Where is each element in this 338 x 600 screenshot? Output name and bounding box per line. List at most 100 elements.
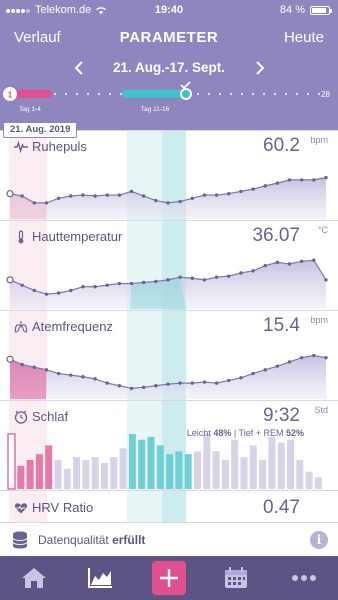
header-bar: Telekom.de 19:40 84 % Verlauf PARAMETER …	[0, 0, 338, 130]
thermometer-icon	[18, 229, 24, 243]
data-point	[20, 194, 24, 198]
data-point	[32, 201, 37, 205]
data-point	[20, 362, 24, 367]
metric-ruhepuls[interactable]: Ruhepuls 60.2 bpm	[0, 130, 338, 220]
sleep-bar	[45, 445, 53, 489]
data-quality-text: Datenqualität erfüllt	[38, 533, 145, 547]
data-point	[251, 187, 255, 191]
metric-label: HRV Ratio	[14, 500, 93, 515]
ruhepuls-value: 60.2	[263, 135, 300, 156]
data-point	[117, 384, 122, 388]
data-point	[190, 276, 195, 280]
hauttemperatur-unit: °C	[317, 225, 328, 235]
data-quality-row[interactable]: Datenqualität erfüllt i	[0, 522, 338, 556]
sleep-sub-separator: |	[233, 428, 237, 438]
checkmark-icon	[180, 81, 191, 90]
sleep-phase-summary: Leicht 48% | Tief + REM 52%	[187, 428, 304, 438]
metric-atemfrequenz[interactable]: Atemfrequenz 15.4 bpm	[0, 310, 338, 400]
data-point	[202, 193, 207, 197]
timeline-dot	[97, 92, 101, 96]
tab-calendar[interactable]	[208, 556, 264, 600]
sleep-icon	[14, 410, 28, 424]
sleep-bar	[203, 433, 211, 489]
data-point	[69, 373, 73, 377]
data-point	[105, 283, 109, 287]
timeline-start-day: 1	[8, 91, 13, 100]
hrv-label: HRV Ratio	[32, 500, 94, 515]
info-icon[interactable]: i	[310, 531, 328, 549]
sleep-bar	[268, 436, 276, 489]
battery-percent: 84 %	[279, 4, 305, 16]
hauttemperatur-value: 36.07	[252, 225, 300, 246]
data-point	[299, 355, 304, 360]
data-point	[239, 376, 243, 380]
data-point	[81, 285, 85, 289]
data-point	[93, 285, 97, 289]
timeline-dot	[53, 92, 57, 96]
chart-icon	[88, 568, 112, 588]
sleep-bar	[119, 448, 127, 489]
phase-bar-pink	[14, 90, 52, 98]
data-point	[299, 178, 304, 182]
metric-label: Schlaf	[14, 409, 68, 424]
timeline-dot	[306, 92, 310, 96]
sleep-bar	[194, 451, 201, 489]
today-button[interactable]: Heute	[284, 29, 324, 46]
data-point	[166, 201, 170, 205]
sleep-bar	[240, 457, 248, 489]
more-icon	[292, 575, 316, 581]
tab-add[interactable]	[141, 556, 197, 600]
tab-chart[interactable]	[72, 556, 128, 600]
data-point	[190, 381, 195, 385]
data-point	[312, 258, 316, 262]
selected-point	[6, 276, 14, 284]
data-point	[44, 292, 49, 296]
data-point	[56, 196, 61, 200]
sleep-bar	[259, 460, 267, 489]
data-point	[154, 198, 158, 203]
metric-hrv[interactable]: HRV Ratio 0.47	[0, 490, 338, 522]
date-range-row: 21. Aug.-17. Sept.	[0, 57, 338, 79]
sleep-bar	[184, 454, 192, 489]
ruhepuls-unit: bpm	[310, 135, 328, 145]
sleep-bar	[287, 439, 294, 489]
data-point	[32, 365, 37, 369]
sleep-bar	[249, 445, 257, 489]
sleep-bar	[82, 460, 90, 489]
data-point	[190, 196, 195, 200]
data-point	[141, 194, 146, 198]
timeline-dot	[284, 92, 288, 96]
data-point	[287, 262, 292, 266]
leicht-label: Leicht	[186, 428, 211, 438]
data-point	[324, 278, 328, 282]
pink-highlight-area	[10, 193, 47, 219]
timeline-current-marker[interactable]	[180, 88, 192, 100]
hrv-heart-icon	[14, 502, 28, 513]
sleep-bar	[54, 460, 62, 489]
selected-point	[6, 355, 14, 363]
sleep-bar	[35, 454, 43, 489]
database-icon	[12, 531, 28, 549]
metric-schlaf[interactable]: Schlaf 9:32 Std Leicht 48% | Tief + REM …	[0, 400, 338, 490]
data-point	[178, 275, 182, 279]
timeline-dot	[119, 92, 123, 96]
pink-highlight-area	[10, 359, 47, 399]
metric-label: Hauttemperatur	[14, 229, 122, 244]
metric-hauttemperatur[interactable]: Hauttemperatur 36.07 °C	[0, 220, 338, 310]
ruhepuls-label: Ruhepuls	[32, 139, 87, 154]
data-point	[263, 263, 267, 268]
tab-home[interactable]	[6, 556, 62, 600]
home-icon	[22, 568, 46, 588]
data-quality-status: erfüllt	[112, 533, 146, 547]
data-point	[202, 380, 207, 384]
tab-more[interactable]	[276, 556, 332, 600]
sleep-bar	[221, 460, 229, 489]
phase-bar-teal	[122, 90, 188, 98]
tab-bar	[0, 556, 338, 600]
timeline-label-a: Tag 1-4	[19, 106, 41, 113]
hrv-value: 0.47	[263, 497, 300, 518]
add-button[interactable]	[152, 561, 186, 595]
chevron-right-icon[interactable]	[250, 59, 268, 77]
data-point	[239, 271, 243, 275]
atemfrequenz-label: Atemfrequenz	[32, 319, 113, 334]
